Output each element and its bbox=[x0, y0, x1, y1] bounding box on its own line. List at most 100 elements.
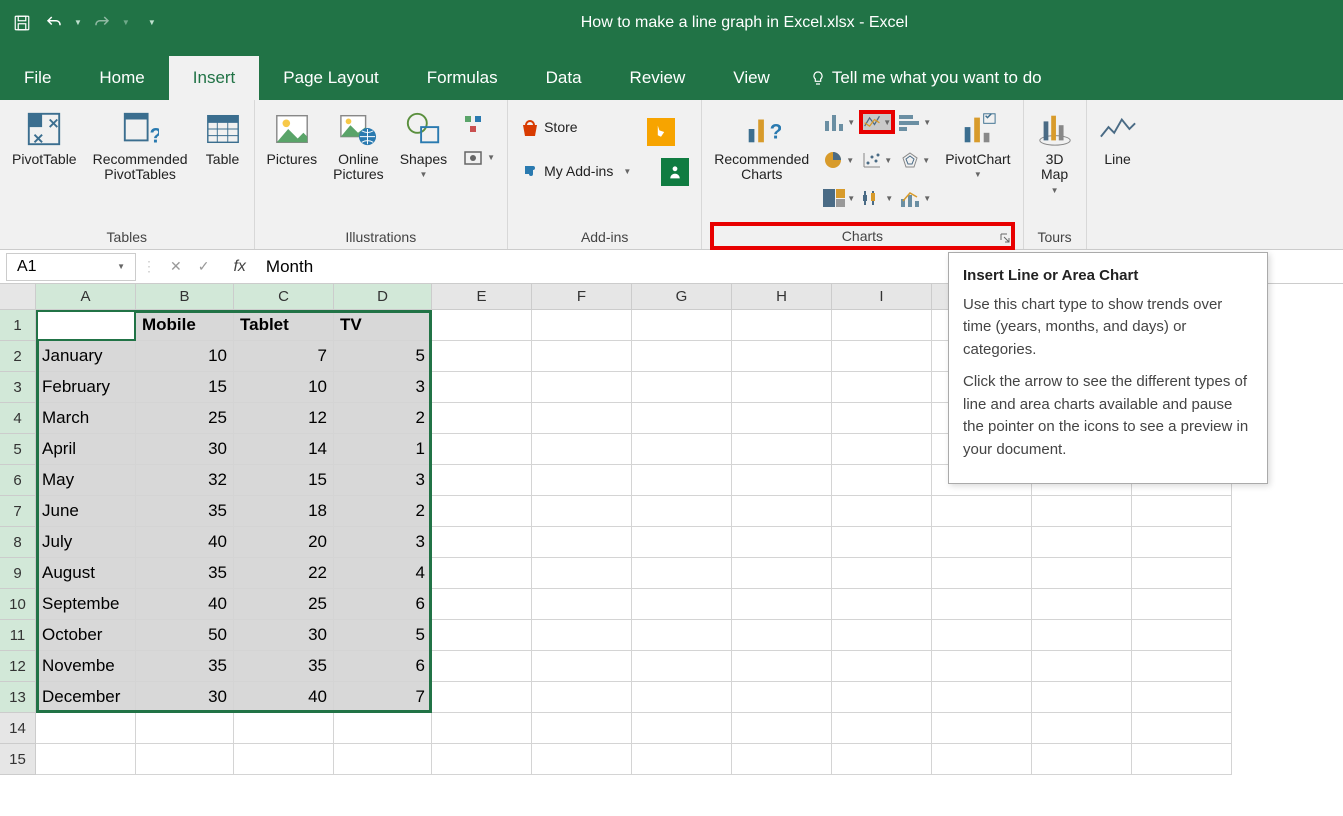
row-header[interactable]: 7 bbox=[0, 496, 36, 527]
row-header[interactable]: 8 bbox=[0, 527, 36, 558]
cell[interactable]: May bbox=[36, 465, 136, 496]
cell[interactable]: July bbox=[36, 527, 136, 558]
cell[interactable]: Septembe bbox=[36, 589, 136, 620]
shapes-button[interactable]: Shapes ▼ bbox=[396, 106, 451, 184]
cell[interactable]: TV bbox=[334, 310, 432, 341]
row-header[interactable]: 6 bbox=[0, 465, 36, 496]
fx-icon[interactable]: fx bbox=[223, 258, 255, 276]
pivotchart-button[interactable]: PivotChart ▼ bbox=[941, 106, 1014, 184]
row-header[interactable]: 11 bbox=[0, 620, 36, 651]
enter-formula-icon[interactable]: ✓ bbox=[198, 258, 210, 275]
tell-me-search[interactable]: Tell me what you want to do bbox=[794, 56, 1058, 100]
scatter-chart-button[interactable]: ▼ bbox=[859, 148, 895, 172]
cell[interactable]: 4 bbox=[334, 558, 432, 589]
cell[interactable]: 1 bbox=[334, 434, 432, 465]
cell[interactable]: 30 bbox=[136, 682, 234, 713]
undo-icon[interactable] bbox=[42, 11, 66, 35]
table-button[interactable]: Table bbox=[200, 106, 246, 171]
cell[interactable]: 7 bbox=[234, 341, 334, 372]
redo-icon[interactable] bbox=[90, 11, 114, 35]
cell[interactable]: 12 bbox=[234, 403, 334, 434]
cell[interactable]: 15 bbox=[136, 372, 234, 403]
row-header[interactable]: 10 bbox=[0, 589, 36, 620]
row-header[interactable]: 15 bbox=[0, 744, 36, 775]
tab-file[interactable]: File bbox=[0, 56, 75, 100]
row-header[interactable]: 3 bbox=[0, 372, 36, 403]
cell[interactable]: 25 bbox=[234, 589, 334, 620]
row-header[interactable]: 1 bbox=[0, 310, 36, 341]
row-header[interactable]: 2 bbox=[0, 341, 36, 372]
cell[interactable]: 35 bbox=[136, 558, 234, 589]
cell[interactable]: 2 bbox=[334, 403, 432, 434]
tab-review[interactable]: Review bbox=[606, 56, 710, 100]
online-pictures-button[interactable]: Online Pictures bbox=[329, 106, 388, 187]
screenshot-button[interactable]: ▼ bbox=[459, 144, 499, 172]
tab-data[interactable]: Data bbox=[522, 56, 606, 100]
pie-chart-button[interactable]: ▼ bbox=[821, 148, 857, 172]
cell[interactable]: 6 bbox=[334, 651, 432, 682]
cell[interactable]: 25 bbox=[136, 403, 234, 434]
cell[interactable]: Tablet bbox=[234, 310, 334, 341]
cell[interactable]: April bbox=[36, 434, 136, 465]
sparkline-line-button[interactable]: Line bbox=[1095, 106, 1141, 171]
row-header[interactable]: 4 bbox=[0, 403, 36, 434]
line-chart-button[interactable]: ▼ bbox=[859, 110, 895, 134]
cell[interactable]: March bbox=[36, 403, 136, 434]
column-chart-button[interactable]: ▼ bbox=[821, 110, 857, 134]
col-header[interactable]: I bbox=[832, 284, 932, 310]
cell[interactable]: February bbox=[36, 372, 136, 403]
cell[interactable]: 30 bbox=[234, 620, 334, 651]
row-header[interactable]: 5 bbox=[0, 434, 36, 465]
row-header[interactable]: 14 bbox=[0, 713, 36, 744]
cell[interactable]: 3 bbox=[334, 372, 432, 403]
dialog-launcher-icon[interactable] bbox=[999, 232, 1011, 244]
cell[interactable]: 40 bbox=[234, 682, 334, 713]
row-header[interactable]: 12 bbox=[0, 651, 36, 682]
cell[interactable]: 18 bbox=[234, 496, 334, 527]
treemap-chart-button[interactable]: ▼ bbox=[821, 186, 857, 210]
cell[interactable]: 10 bbox=[234, 372, 334, 403]
cell[interactable]: 3 bbox=[334, 465, 432, 496]
col-header[interactable]: D bbox=[334, 284, 432, 310]
cell[interactable]: 20 bbox=[234, 527, 334, 558]
cell[interactable]: August bbox=[36, 558, 136, 589]
col-header[interactable]: H bbox=[732, 284, 832, 310]
cell[interactable]: 30 bbox=[136, 434, 234, 465]
save-icon[interactable] bbox=[10, 11, 34, 35]
col-header[interactable]: A bbox=[36, 284, 136, 310]
cancel-formula-icon[interactable]: ✕ bbox=[170, 258, 182, 275]
cell[interactable]: October bbox=[36, 620, 136, 651]
tab-view[interactable]: View bbox=[709, 56, 794, 100]
row-header[interactable]: 13 bbox=[0, 682, 36, 713]
chevron-down-icon[interactable]: ▼ bbox=[117, 262, 125, 271]
tab-page-layout[interactable]: Page Layout bbox=[259, 56, 402, 100]
bar-chart-button[interactable]: ▼ bbox=[897, 110, 933, 134]
tab-insert[interactable]: Insert bbox=[169, 56, 260, 100]
cell[interactable]: 5 bbox=[334, 341, 432, 372]
cell[interactable]: June bbox=[36, 496, 136, 527]
col-header[interactable]: E bbox=[432, 284, 532, 310]
combo-chart-button[interactable]: ▼ bbox=[897, 186, 933, 210]
stock-chart-button[interactable]: ▼ bbox=[859, 186, 895, 210]
cell[interactable]: 15 bbox=[234, 465, 334, 496]
cell[interactable]: 2 bbox=[334, 496, 432, 527]
tab-formulas[interactable]: Formulas bbox=[403, 56, 522, 100]
col-header[interactable]: B bbox=[136, 284, 234, 310]
cell[interactable]: Mobile bbox=[136, 310, 234, 341]
row-header[interactable]: 9 bbox=[0, 558, 36, 589]
recommended-pivottables-button[interactable]: ? Recommended PivotTables bbox=[89, 106, 192, 187]
pictures-button[interactable]: Pictures bbox=[263, 106, 322, 171]
cell[interactable]: 35 bbox=[136, 651, 234, 682]
bing-maps-addin[interactable] bbox=[643, 114, 679, 150]
cell[interactable]: 14 bbox=[234, 434, 334, 465]
cell[interactable]: 50 bbox=[136, 620, 234, 651]
people-graph-addin[interactable] bbox=[657, 154, 693, 190]
cell[interactable]: 5 bbox=[334, 620, 432, 651]
cell[interactable]: 35 bbox=[234, 651, 334, 682]
cell[interactable]: 35 bbox=[136, 496, 234, 527]
name-box[interactable]: A1 ▼ bbox=[6, 253, 136, 281]
cell[interactable]: Month bbox=[36, 310, 136, 341]
col-header[interactable]: G bbox=[632, 284, 732, 310]
cell[interactable]: January bbox=[36, 341, 136, 372]
radar-chart-button[interactable]: ▼ bbox=[897, 148, 933, 172]
